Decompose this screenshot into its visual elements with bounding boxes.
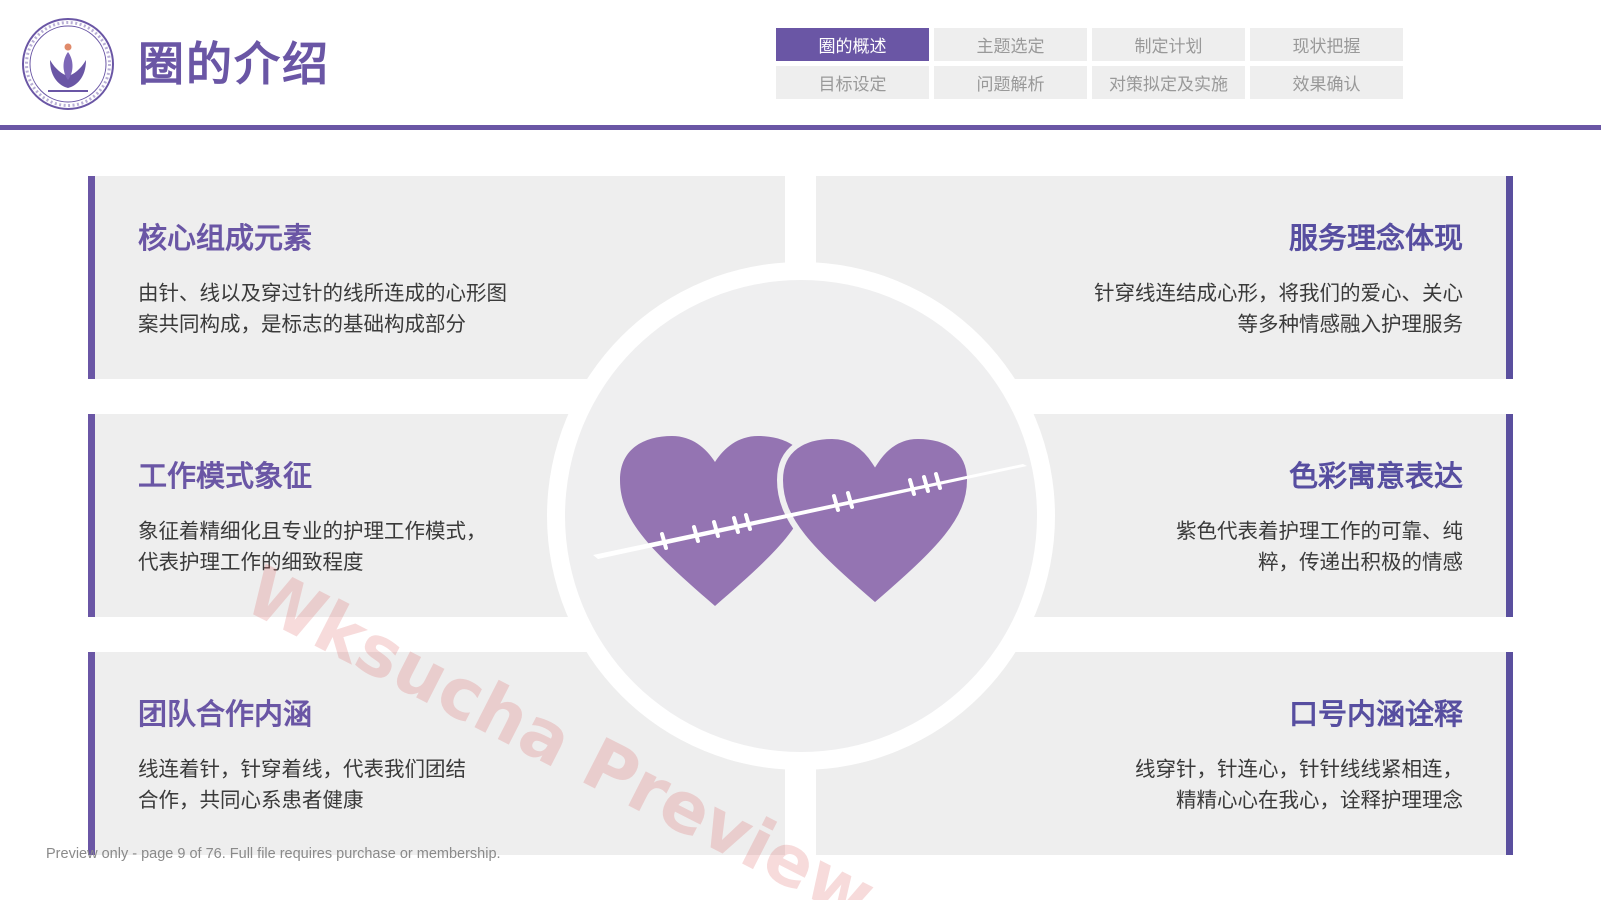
preview-footer-note: Preview only - page 9 of 76. Full file r… [46, 846, 501, 862]
card-body: 针穿线连结成心形，将我们的爱心、关心 等多种情感融入护理服务 [1094, 281, 1463, 336]
card-body: 线穿针，针连心，针针线线紧相连， 精精心心在我心，诠释护理理念 [1135, 757, 1463, 812]
tab-topic-selection[interactable]: 主题选定 [934, 28, 1087, 61]
card-title: 口号内涵诠释 [1288, 697, 1463, 731]
card-title: 色彩寓意表达 [1288, 459, 1463, 493]
card-body: 线连着针，针穿着线，代表我们团结 合作，共同心系患者健康 [138, 757, 466, 812]
card-body: 由针、线以及穿过针的线所连成的心形图 案共同构成，是标志的基础构成部分 [138, 281, 507, 336]
header-divider [0, 125, 1601, 130]
tab-effect-confirmation[interactable]: 效果确认 [1250, 66, 1403, 99]
tab-make-plan[interactable]: 制定计划 [1092, 28, 1245, 61]
page-title: 圈的介绍 [138, 37, 330, 91]
card-title: 核心组成元素 [138, 221, 313, 255]
card-title: 工作模式象征 [138, 459, 313, 493]
tab-goal-setting[interactable]: 目标设定 [776, 66, 929, 99]
tab-circle-overview[interactable]: 圈的概述 [776, 28, 929, 61]
card-title: 团队合作内涵 [138, 697, 313, 731]
card-body: 象征着精细化且专业的护理工作模式， 代表护理工作的细致程度 [138, 519, 487, 574]
card-body: 紫色代表着护理工作的可靠、纯 粹，传递出积极的情感 [1176, 519, 1463, 574]
stitched-hearts-icon [593, 432, 1027, 610]
card-title: 服务理念体现 [1288, 221, 1463, 255]
tab-countermeasures[interactable]: 对策拟定及实施 [1092, 66, 1245, 99]
tab-current-status[interactable]: 现状把握 [1250, 28, 1403, 61]
section-nav: 圈的概述 主题选定 制定计划 现状把握 目标设定 问题解析 对策拟定及实施 效果… [776, 28, 1406, 99]
tab-problem-analysis[interactable]: 问题解析 [934, 66, 1087, 99]
hospital-logo-icon [22, 18, 114, 110]
